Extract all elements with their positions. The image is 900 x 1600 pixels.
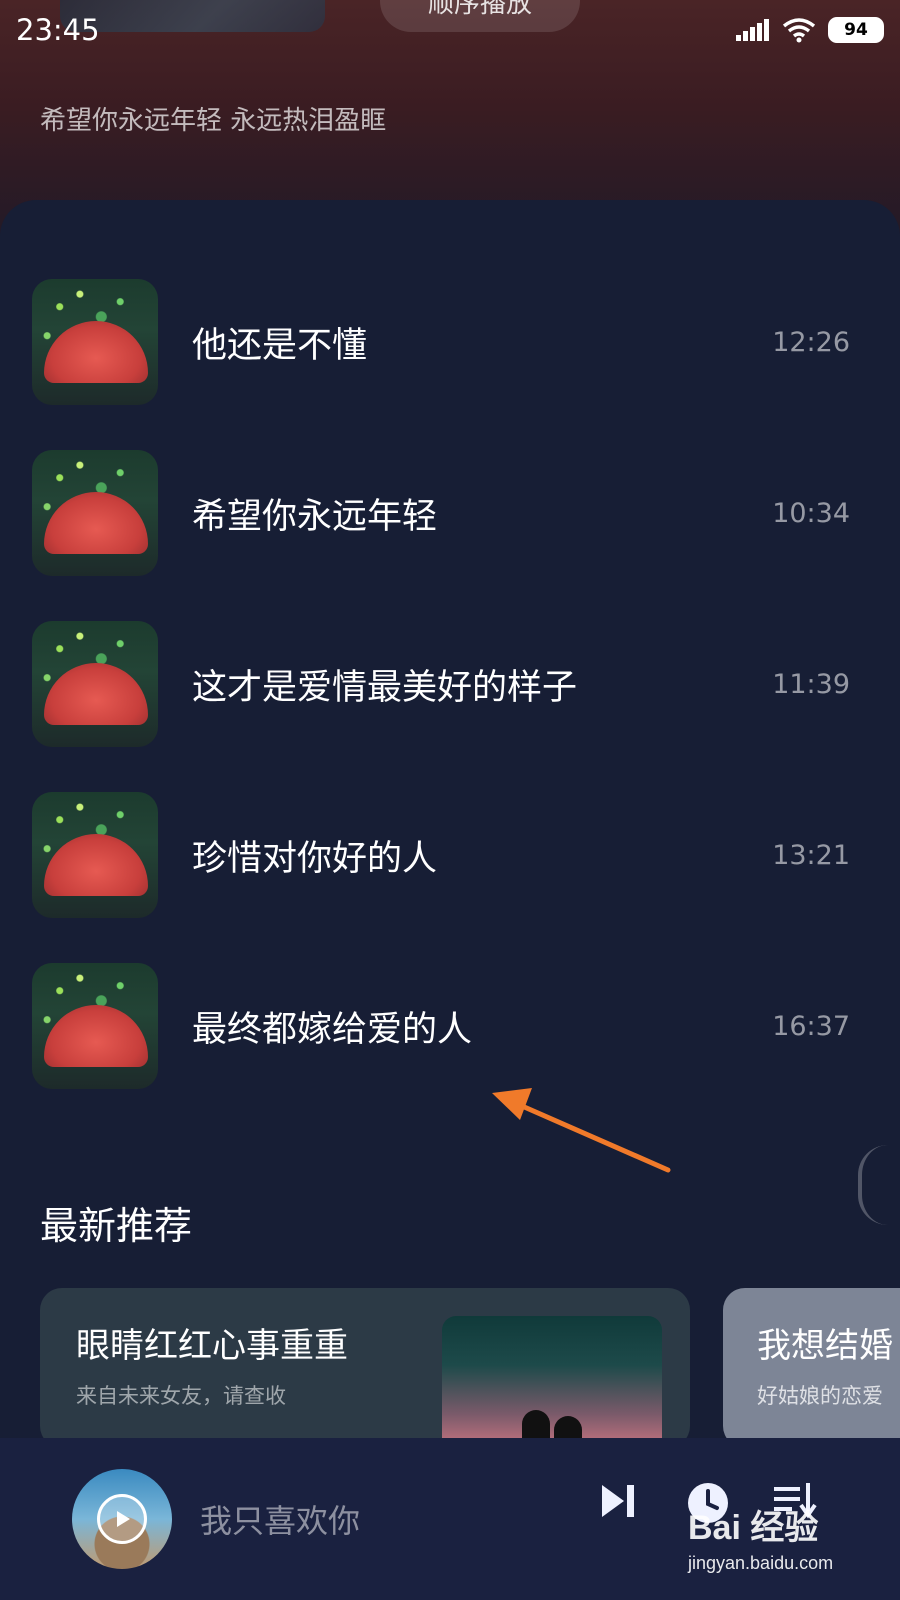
song-row[interactable]: 希望你永远年轻 10:34	[32, 450, 852, 576]
song-row[interactable]: 最终都嫁给爱的人 16:37	[32, 963, 852, 1089]
card-subtitle: 好姑娘的恋爱	[757, 1384, 883, 1408]
song-duration: 10:34	[772, 497, 850, 529]
battery-level: 94	[844, 20, 868, 40]
song-cover	[32, 963, 158, 1089]
now-playing-cover[interactable]	[72, 1469, 172, 1569]
song-cover	[32, 279, 158, 405]
now-playing-title: 我只喜欢你	[200, 1502, 361, 1540]
song-cover	[32, 792, 158, 918]
card-subtitle: 来自未来女友，请查收	[76, 1384, 286, 1408]
song-title: 最终都嫁给爱的人	[192, 1009, 473, 1050]
song-title: 珍惜对你好的人	[192, 838, 438, 879]
song-row[interactable]: 这才是爱情最美好的样子 11:39	[32, 621, 852, 747]
next-button[interactable]	[598, 1481, 638, 1521]
battery-icon: 94	[828, 17, 884, 43]
watermark-logo: Bai 经验	[688, 1509, 819, 1547]
song-cover	[32, 450, 158, 576]
song-duration: 13:21	[772, 839, 850, 871]
song-duration: 11:39	[772, 668, 850, 700]
section-title-recommend: 最新推荐	[40, 1204, 193, 1248]
recommend-card[interactable]: 眼睛红红心事重重 来自未来女友，请查收	[40, 1288, 690, 1448]
play-icon	[117, 1511, 130, 1527]
baidu-watermark: Bai 经验 jingyan.baidu.com	[688, 1500, 888, 1580]
card-cover	[442, 1316, 662, 1448]
song-row[interactable]: 珍惜对你好的人 13:21	[32, 792, 852, 918]
signal-icon	[736, 19, 769, 41]
next-icon	[602, 1485, 634, 1517]
card-title: 我想结婚	[757, 1326, 893, 1366]
song-title: 希望你永远年轻	[192, 496, 438, 537]
song-title: 这才是爱情最美好的样子	[192, 667, 578, 708]
play-button[interactable]	[97, 1494, 147, 1544]
song-title: 他还是不懂	[192, 325, 368, 366]
recommend-card[interactable]: 我想结婚 好姑娘的恋爱	[723, 1288, 900, 1448]
wifi-icon	[782, 18, 816, 43]
song-duration: 12:26	[772, 326, 850, 358]
album-subtitle: 希望你永远年轻 永远热泪盈眶	[40, 106, 387, 136]
song-duration: 16:37	[772, 1010, 850, 1042]
status-bar: 23:45 94	[0, 0, 900, 60]
status-time: 23:45	[16, 13, 100, 47]
song-row[interactable]: 他还是不懂 12:26	[32, 279, 852, 405]
card-title: 眼睛红红心事重重	[76, 1326, 348, 1366]
watermark-url: jingyan.baidu.com	[688, 1553, 834, 1573]
song-cover	[32, 621, 158, 747]
